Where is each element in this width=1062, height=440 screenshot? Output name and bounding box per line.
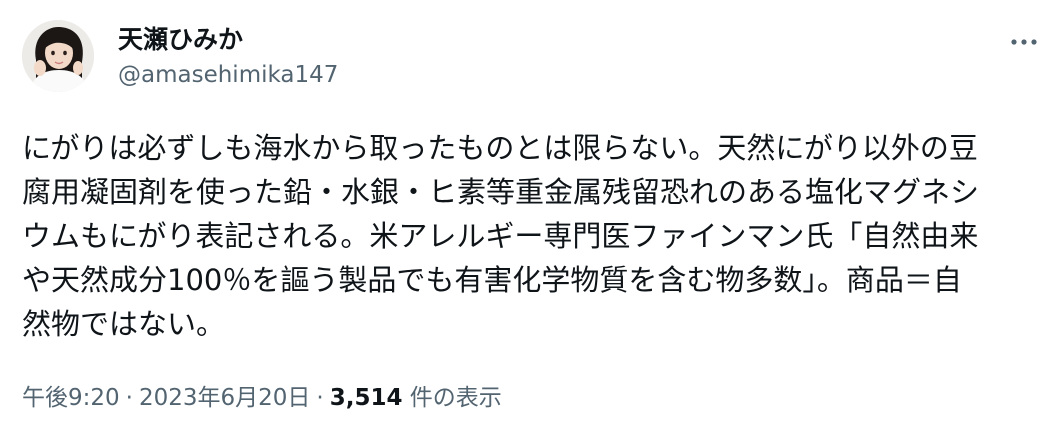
views-label: 件の表示: [409, 385, 502, 411]
views-count[interactable]: 3,514: [330, 385, 403, 411]
more-horizontal-icon: [1011, 39, 1037, 45]
tweet-metadata: 午後9:20 · 2023年6月20日 · 3,514 件の表示: [22, 382, 502, 414]
author-display-name[interactable]: 天瀬ひみか: [118, 24, 243, 56]
tweet-date[interactable]: 2023年6月20日: [139, 385, 310, 411]
tweet-card: 天瀬ひみか @amasehimika147 にがりは必ずしも海水から取ったものと…: [0, 0, 1062, 440]
tweet-time[interactable]: 午後9:20: [22, 385, 120, 411]
tweet-text: にがりは必ずしも海水から取ったものとは限らない。天然にがり以外の豆 腐用凝固剤を…: [22, 131, 980, 341]
avatar[interactable]: [22, 20, 94, 92]
author-handle[interactable]: @amasehimika147: [118, 60, 338, 90]
separator-dot: ·: [316, 385, 324, 411]
avatar-image: [22, 20, 94, 92]
more-options-button[interactable]: [1006, 28, 1042, 56]
separator-dot: ·: [125, 385, 133, 411]
